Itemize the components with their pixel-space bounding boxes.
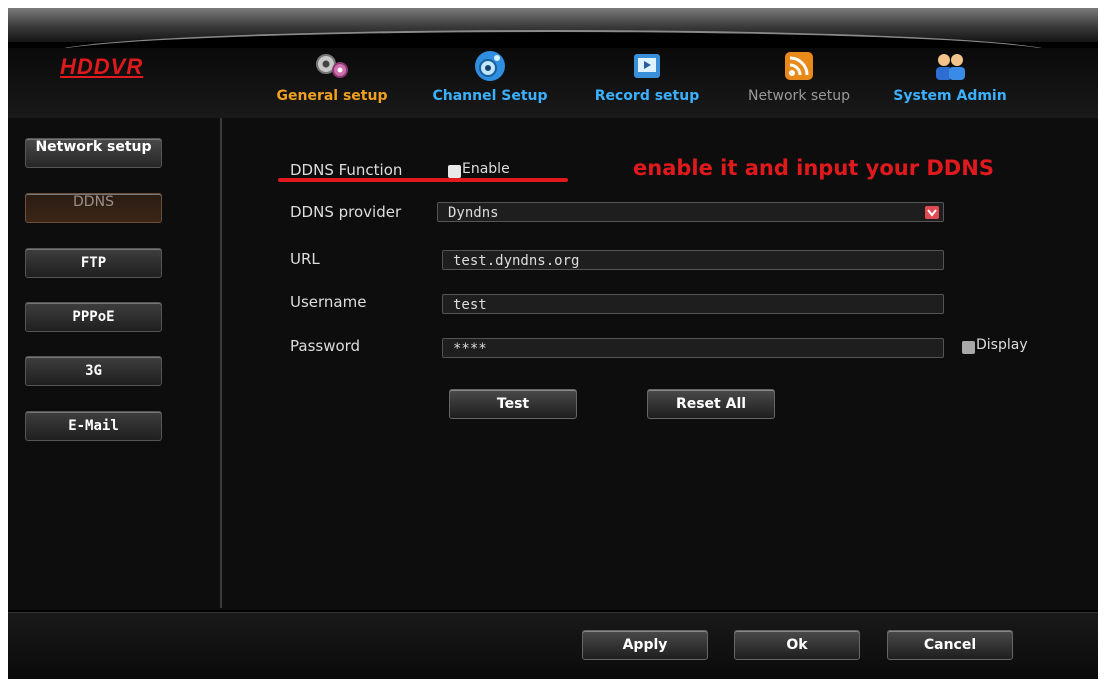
annotation-text: enable it and input your DDNS <box>633 156 994 180</box>
url-label: URL <box>290 250 320 268</box>
display-password-label: Display <box>976 337 1028 353</box>
gears-icon <box>316 54 348 78</box>
reset-all-button[interactable]: Reset All <box>647 389 775 419</box>
tab-channel-setup[interactable]: Channel Setup <box>424 40 556 110</box>
password-input[interactable]: **** <box>442 338 944 358</box>
sidebar-item-ftp[interactable]: FTP <box>25 248 162 278</box>
apply-button[interactable]: Apply <box>582 630 708 660</box>
chevron-down-icon[interactable] <box>925 206 939 219</box>
tab-label: System Admin <box>893 88 1007 104</box>
ok-button[interactable]: Ok <box>734 630 860 660</box>
ddns-enable-label: Enable <box>462 161 510 177</box>
sidebar-item-3g[interactable]: 3G <box>25 356 162 386</box>
ddns-function-label: DDNS Function <box>290 161 403 179</box>
display-password-checkbox[interactable] <box>962 341 975 354</box>
test-button[interactable]: Test <box>449 389 577 419</box>
tab-system-admin[interactable]: System Admin <box>885 40 1015 110</box>
tab-general-setup[interactable]: General setup <box>272 40 392 110</box>
sidebar-item-ddns[interactable]: DDNS <box>25 193 162 223</box>
sidebar-item-pppoe[interactable]: PPPoE <box>25 302 162 332</box>
film-icon <box>634 54 660 78</box>
username-label: Username <box>290 293 367 311</box>
ddns-enable-checkbox[interactable] <box>448 165 461 178</box>
tab-label: General setup <box>276 88 388 104</box>
ddns-provider-label: DDNS provider <box>290 203 402 221</box>
tab-label: Channel Setup <box>432 88 548 104</box>
tab-record-setup[interactable]: Record setup <box>585 40 709 110</box>
ddns-provider-value: Dyndns <box>448 205 499 221</box>
url-input[interactable]: test.dyndns.org <box>442 250 944 270</box>
ddns-provider-select[interactable]: Dyndns <box>437 202 944 222</box>
camera-icon <box>475 51 505 81</box>
tab-label: Network setup <box>747 88 851 104</box>
password-label: Password <box>290 337 361 355</box>
tab-network-setup[interactable]: Network setup <box>732 40 866 110</box>
sidebar-divider <box>220 118 222 608</box>
username-input[interactable]: test <box>442 294 944 314</box>
tab-label: Record setup <box>594 88 700 104</box>
app-logo: HDDVR <box>60 54 144 79</box>
wifi-icon <box>785 52 813 80</box>
users-icon <box>936 54 965 80</box>
sidebar-item-network-setup[interactable]: Network setup <box>25 138 162 168</box>
sidebar-item-email[interactable]: E-Mail <box>25 411 162 441</box>
content-area <box>8 118 1098 610</box>
annotation-underline <box>278 178 568 182</box>
cancel-button[interactable]: Cancel <box>887 630 1013 660</box>
